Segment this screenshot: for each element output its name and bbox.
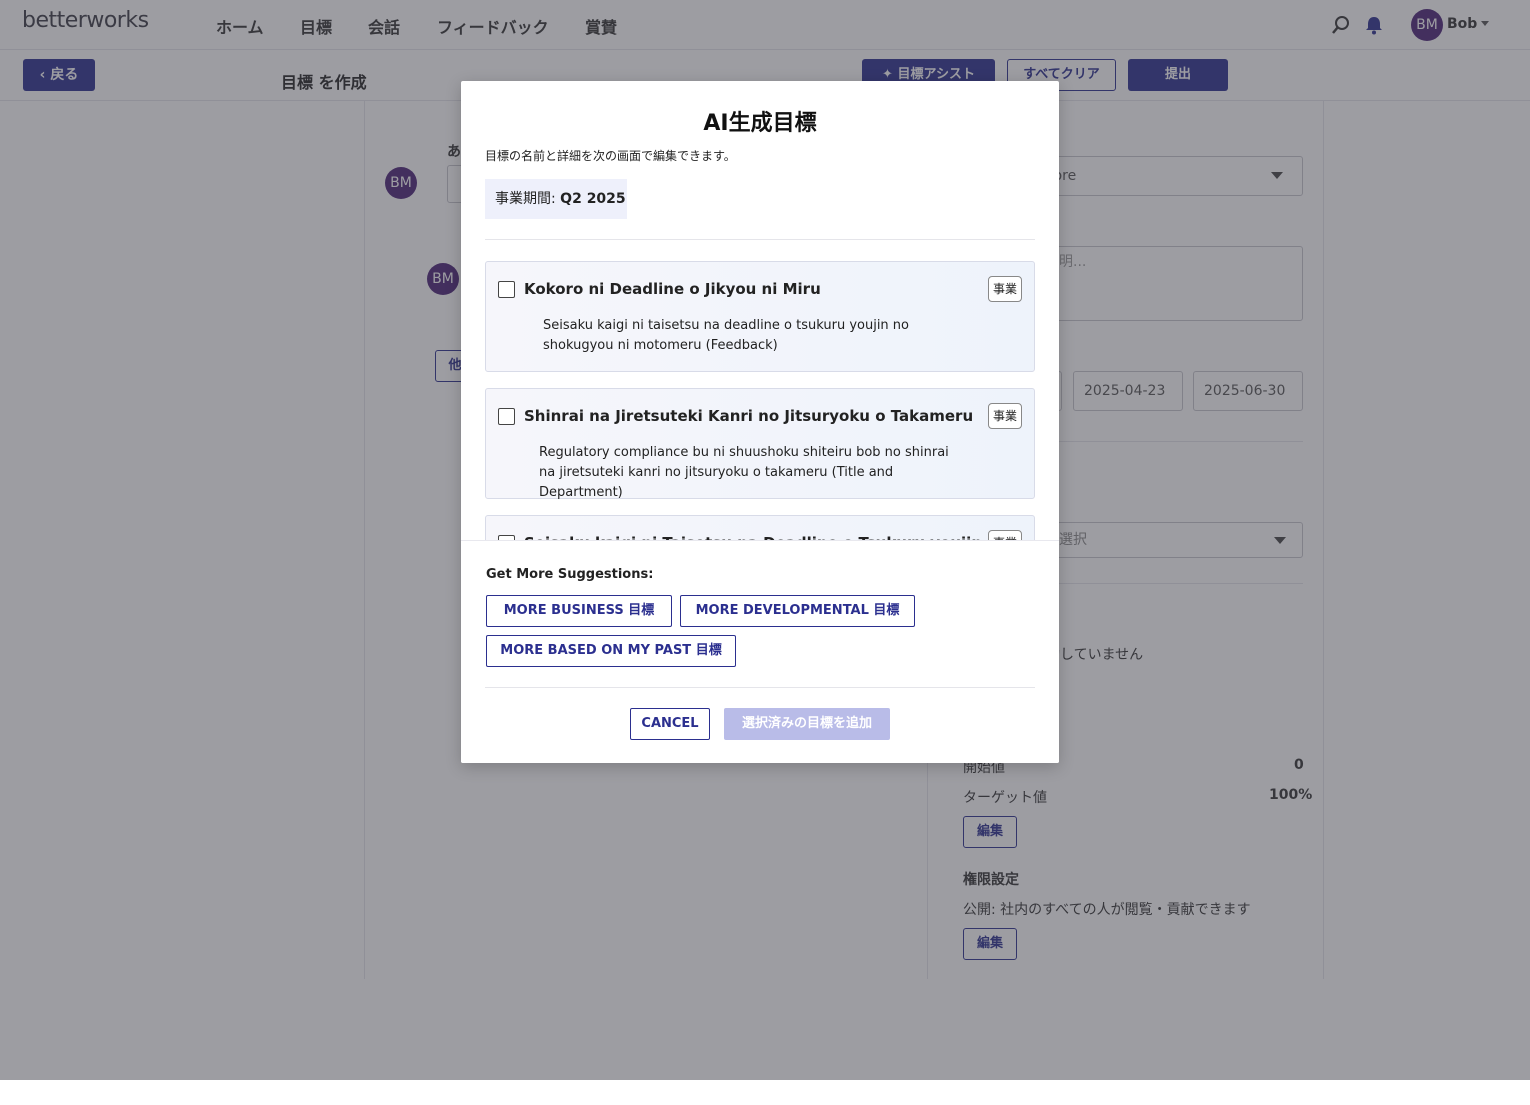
more-past-goals-button[interactable]: MORE BASED ON MY PAST 目標	[486, 635, 736, 667]
goal-suggestion-card[interactable]: Shinrai na Jiretsuteki Kanri no Jitsuryo…	[485, 388, 1035, 500]
divider	[485, 687, 1035, 688]
page: betterworks ホーム 目標 会話 フィードバック 賞賛 BM Bob …	[0, 0, 1530, 1105]
more-suggestions-label: Get More Suggestions:	[486, 567, 654, 582]
goal-checkbox[interactable]	[498, 281, 515, 298]
more-business-button[interactable]: MORE BUSINESS 目標	[486, 595, 672, 627]
period-badge: 事業期間: Q2 2025	[485, 179, 627, 219]
period-value: Q2 2025	[560, 191, 626, 207]
goal-checkbox[interactable]	[498, 408, 515, 425]
bottom-strip	[0, 1080, 1530, 1105]
goal-title: Kokoro ni Deadline o Jikyou ni Miru	[524, 280, 821, 298]
goal-type-tag: 事業	[988, 276, 1022, 302]
divider	[485, 239, 1035, 240]
modal-footer: Get More Suggestions: MORE BUSINESS 目標 M…	[461, 540, 1059, 763]
goal-suggestion-card[interactable]: Kokoro ni Deadline o Jikyou ni Miru 事業 S…	[485, 261, 1035, 372]
add-selected-goals-button[interactable]: 選択済みの目標を追加	[724, 708, 890, 740]
goal-title: Shinrai na Jiretsuteki Kanri no Jitsuryo…	[524, 407, 974, 425]
period-label: 事業期間:	[495, 191, 561, 207]
goal-description: Seisaku kaigi ni taisetsu na deadline o …	[543, 318, 909, 353]
more-developmental-button[interactable]: MORE DEVELOPMENTAL 目標	[680, 595, 915, 627]
modal-subtitle: 目標の名前と詳細を次の画面で編集できます。	[485, 149, 736, 163]
ai-goals-modal: AI生成目標 目標の名前と詳細を次の画面で編集できます。 事業期間: Q2 20…	[461, 81, 1059, 763]
cancel-button[interactable]: CANCEL	[630, 708, 710, 740]
goal-type-tag: 事業	[988, 403, 1022, 429]
modal-title: AI生成目標	[703, 111, 817, 136]
goal-description: Regulatory compliance bu ni shuushoku sh…	[539, 445, 949, 500]
